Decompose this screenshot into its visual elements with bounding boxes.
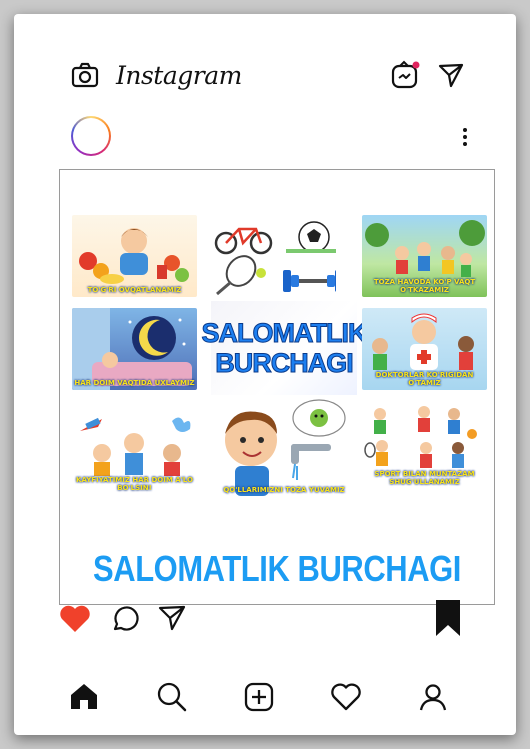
tile-caption: TO'G'RI OVQATLANAMIZ xyxy=(87,286,182,294)
app-wordmark: Instagram xyxy=(116,61,242,90)
tile-mood: KAYFIYATIMIZ HAR DOIM A'LO BO'LSIN! xyxy=(72,413,197,495)
bookmark-icon[interactable] xyxy=(434,599,464,639)
tile-handwashing: QO'LLARIMIZNI TOZA YUVAMIZ xyxy=(211,398,357,498)
post-main-caption: SALOMATLIK BURCHAGI xyxy=(93,548,461,589)
tile-caption: HAR DOIM VAQTIDA UXLAYMIZ xyxy=(74,379,195,387)
send-icon[interactable] xyxy=(434,58,468,92)
activity-heart-icon[interactable] xyxy=(330,682,362,712)
tile-caption: QO'LLARIMIZNI TOZA YUVAMIZ xyxy=(223,486,345,494)
center-title-line2: BURCHAGI xyxy=(215,348,354,379)
post-image[interactable]: TO'G'RI OVQATLANAMIZ TOZA HAVODA KO'P VA… xyxy=(59,169,495,605)
tile-sleep: HAR DOIM VAQTIDA UXLAYMIZ xyxy=(72,308,197,390)
avatar[interactable] xyxy=(71,116,111,156)
profile-icon[interactable] xyxy=(417,681,449,713)
search-icon[interactable] xyxy=(156,681,188,713)
tile-healthy-food: TO'G'RI OVQATLANAMIZ xyxy=(72,215,197,297)
tile-caption: SPORT BILAN MUNTAZAM SHUG'ULLANAMIZ xyxy=(374,470,475,486)
tile-sports-equipment xyxy=(211,215,336,297)
comment-icon[interactable] xyxy=(109,604,141,636)
center-title-line1: SALOMATLIK xyxy=(201,318,368,349)
home-icon[interactable] xyxy=(68,680,100,712)
instagram-frame: Instagram TO'G'RI OVQATLANAMIZ TOZA HAVO… xyxy=(14,14,516,735)
center-title-card: SALOMATLIK BURCHAGI xyxy=(201,301,368,395)
tile-outdoor-play: TOZA HAVODA KO'P VAQT O'TKAZAMIZ xyxy=(362,215,487,297)
tile-caption: TOZA HAVODA KO'P VAQT O'TKAZAMIZ xyxy=(373,278,476,294)
tile-caption: DOKTORLAR KO'RIGIDAN O'TAMIZ xyxy=(375,371,474,387)
tile-doctor: DOKTORLAR KO'RIGIDAN O'TAMIZ xyxy=(362,308,487,390)
add-post-icon[interactable] xyxy=(243,681,275,713)
tile-caption: KAYFIYATIMIZ HAR DOIM A'LO BO'LSIN! xyxy=(76,476,193,492)
share-icon[interactable] xyxy=(157,604,189,634)
tile-sports: SPORT BILAN MUNTAZAM SHUG'ULLANAMIZ xyxy=(362,400,487,500)
more-options-icon[interactable] xyxy=(460,126,470,148)
like-heart-icon[interactable] xyxy=(58,603,92,635)
igtv-icon[interactable] xyxy=(388,58,422,92)
camera-icon[interactable] xyxy=(68,59,102,93)
